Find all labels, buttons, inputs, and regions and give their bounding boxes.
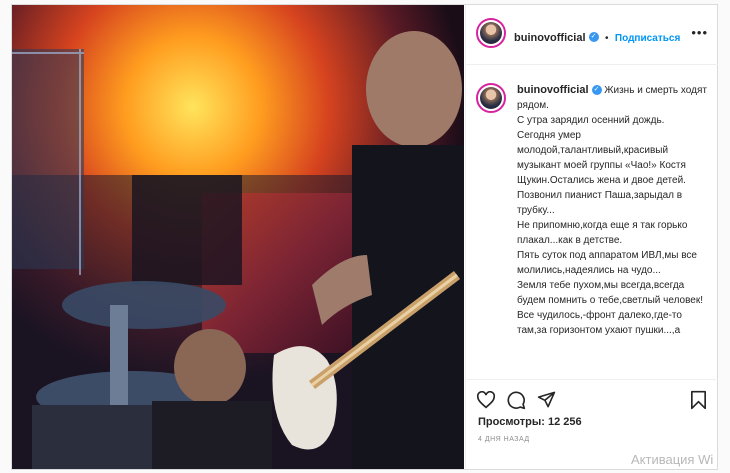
post-timestamp[interactable]: 4 дня назад [478,436,530,443]
caption-username[interactable]: buinovofficial [517,84,589,96]
comment-icon[interactable] [506,390,526,410]
post-media-video-frame[interactable] [12,5,464,469]
caption-avatar[interactable] [476,83,506,113]
caption-text: buinovofficial ✓ Жизнь и смерть ходят ряд… [517,83,707,338]
concert-photo [12,5,464,469]
follow-separator: • [604,33,609,44]
share-icon[interactable] [537,390,556,409]
ellipsis-icon[interactable]: ••• [691,25,708,40]
bookmark-icon[interactable] [690,390,707,410]
instagram-post: buinovofficial ✓ • Подписаться ••• buinov… [11,4,718,470]
avatar[interactable] [476,18,506,48]
follow-button[interactable]: Подписаться [615,33,680,44]
heart-icon[interactable] [476,391,496,409]
views-count[interactable]: Просмотры: 12 256 [478,416,582,428]
verified-badge-icon: ✓ [588,31,599,42]
post-header: buinovofficial ✓ • Подписаться ••• [466,5,718,65]
caption-area: buinovofficial ✓ Жизнь и смерть ходят ряд… [466,65,718,379]
post-sidebar: buinovofficial ✓ • Подписаться ••• buinov… [465,5,718,469]
header-username[interactable]: buinovofficial [514,32,586,44]
verified-badge-icon: ✓ [591,85,602,96]
windows-activation-watermark: Активация Wi [631,452,714,467]
caption-body: Жизнь и смерть ходят рядом. С утра заряд… [517,85,707,336]
header-line: buinovofficial ✓ • Подписаться [514,28,680,46]
